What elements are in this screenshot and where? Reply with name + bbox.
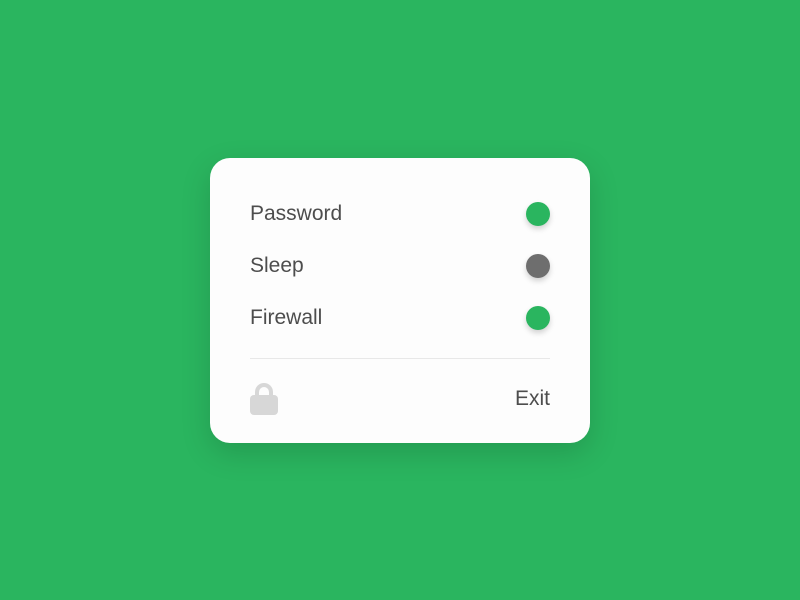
sleep-toggle-indicator[interactable] — [526, 254, 550, 278]
setting-row-sleep: Sleep — [210, 240, 590, 292]
lock-icon[interactable] — [250, 383, 278, 415]
setting-label: Firewall — [250, 306, 322, 330]
settings-card: Password Sleep Firewall Exit — [210, 158, 590, 443]
setting-row-password: Password — [210, 188, 590, 240]
exit-button[interactable]: Exit — [515, 387, 550, 411]
password-toggle-indicator[interactable] — [526, 202, 550, 226]
setting-label: Password — [250, 202, 342, 226]
card-footer: Exit — [210, 359, 590, 443]
firewall-toggle-indicator[interactable] — [526, 306, 550, 330]
setting-label: Sleep — [250, 254, 304, 278]
setting-row-firewall: Firewall — [210, 292, 590, 344]
